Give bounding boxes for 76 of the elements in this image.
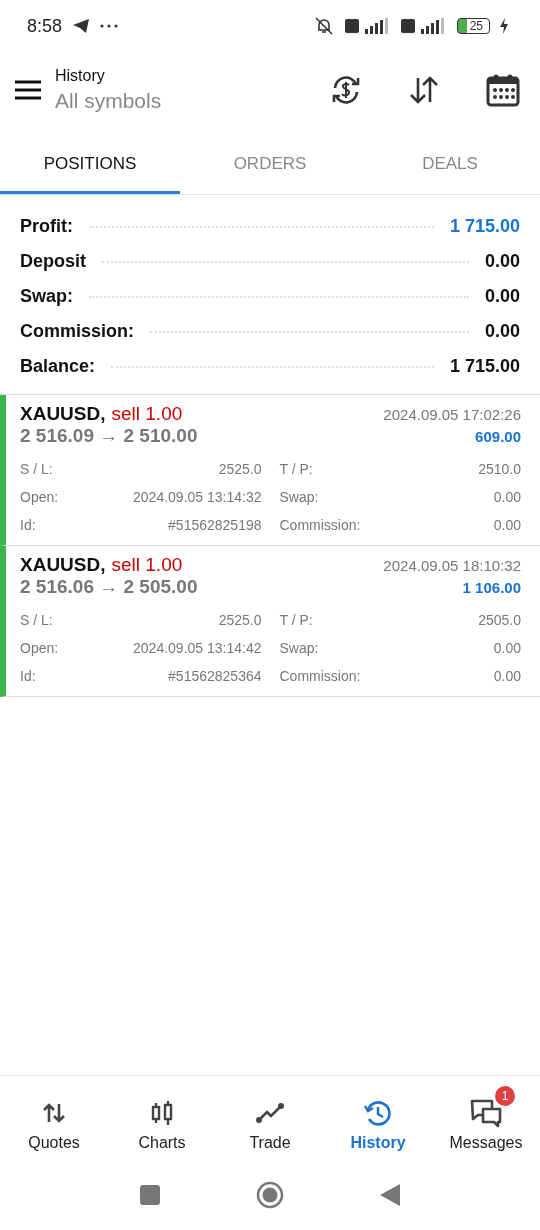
field-value: #51562825364 xyxy=(168,668,262,684)
history-clock-icon xyxy=(363,1098,393,1128)
summary-value: 1 715.00 xyxy=(449,216,520,237)
field-label: Open: xyxy=(20,489,59,505)
nav-tab[interactable]: History xyxy=(324,1084,432,1156)
field-value: 0.00 xyxy=(493,517,521,533)
menu-icon[interactable] xyxy=(15,80,41,100)
tab[interactable]: DEALS xyxy=(360,136,540,194)
more-dots-icon xyxy=(100,24,119,28)
field-label: Open: xyxy=(20,640,59,656)
signal-icon xyxy=(344,17,391,35)
nav-tab[interactable]: Trade xyxy=(216,1084,324,1156)
chat-bubbles-icon xyxy=(469,1098,503,1128)
tab[interactable]: ORDERS xyxy=(180,136,360,194)
tab[interactable]: POSITIONS xyxy=(0,136,180,194)
field-label: Commission: xyxy=(279,668,361,684)
unread-badge: 1 xyxy=(495,1086,515,1106)
back-button-icon[interactable] xyxy=(380,1184,400,1206)
up-down-arrows-icon xyxy=(42,1102,66,1124)
position-time: 2024.09.05 17:02:26 xyxy=(383,406,521,423)
summary-value: 0.00 xyxy=(484,321,520,342)
position-profit: 609.00 xyxy=(475,428,521,445)
currency-exchange-icon[interactable] xyxy=(330,74,362,106)
position-side: sell 1.00 xyxy=(111,554,183,576)
field-value: 2525.0 xyxy=(218,461,262,477)
symbol-filter[interactable]: All symbols xyxy=(55,89,162,113)
signal-icon xyxy=(400,17,447,35)
field-value: 2024.09.05 13:14:32 xyxy=(133,489,262,505)
paper-plane-icon xyxy=(72,18,91,34)
field-value: 0.00 xyxy=(493,489,521,505)
nav-tab[interactable]: 1 Messages xyxy=(432,1084,540,1156)
field-label: Swap: xyxy=(279,640,319,656)
line-graph-icon xyxy=(255,1102,285,1124)
summary-value: 0.00 xyxy=(484,286,520,307)
summary-value: 0.00 xyxy=(484,251,520,272)
summary-label: Deposit xyxy=(20,251,86,272)
summary-label: Swap: xyxy=(20,286,73,307)
field-label: T / P: xyxy=(279,612,313,628)
position-prices: 2 516.06 → 2 505.00 xyxy=(20,576,198,598)
home-button-icon[interactable] xyxy=(256,1181,284,1209)
position-time: 2024.09.05 18:10:32 xyxy=(383,557,521,574)
nav-tab[interactable]: Quotes xyxy=(0,1084,108,1156)
field-label: Swap: xyxy=(279,489,319,505)
sort-arrows-icon[interactable] xyxy=(408,74,440,106)
field-label: Commission: xyxy=(279,517,361,533)
calendar-icon[interactable] xyxy=(486,73,520,107)
position-side: sell 1.00 xyxy=(111,403,183,425)
field-label: S / L: xyxy=(20,612,53,628)
screen-title: History xyxy=(55,67,106,85)
position-symbol: XAUUSD, xyxy=(20,403,106,425)
summary-label: Commission: xyxy=(20,321,134,342)
field-value: 0.00 xyxy=(493,668,521,684)
field-value: 2024.09.05 13:14:42 xyxy=(133,640,262,656)
field-value: #51562825198 xyxy=(168,517,262,533)
muted-bell-icon xyxy=(312,16,335,36)
summary-value: 1 715.00 xyxy=(449,356,520,377)
field-label: Id: xyxy=(20,668,36,684)
position-profit: 1 106.00 xyxy=(462,579,521,596)
field-value: 2505.0 xyxy=(478,612,521,628)
charging-bolt-icon xyxy=(500,18,508,34)
field-value: 0.00 xyxy=(493,640,521,656)
summary-label: Balance: xyxy=(20,356,96,377)
summary-label: Profit: xyxy=(20,216,73,237)
position-card[interactable]: XAUUSD, sell 1.00 2024.09.05 17:02:26 2 516.09 → 2 510.00 609.00 S / L: 2525.0 T / P: 2510.0 Open: 2024.09.05 13:14:32 Swap: 0.00 Id: #51562825198 Commission: 0.00 xyxy=(0,395,540,546)
position-prices: 2 516.09 → 2 510.00 xyxy=(20,425,198,447)
field-value: 2525.0 xyxy=(218,612,262,628)
nav-tab[interactable]: Charts xyxy=(108,1084,216,1156)
field-label: T / P: xyxy=(279,461,313,477)
clock-time: 8:58 xyxy=(27,15,63,37)
field-value: 2510.0 xyxy=(478,461,521,477)
battery-level: 25 xyxy=(456,18,490,34)
candlestick-icon xyxy=(150,1100,174,1126)
field-label: Id: xyxy=(20,517,36,533)
position-symbol: XAUUSD, xyxy=(20,554,106,576)
position-card[interactable]: XAUUSD, sell 1.00 2024.09.05 18:10:32 2 516.06 → 2 505.00 1 106.00 S / L: 2525.0 T / P: 2505.0 Open: 2024.09.05 13:14:42 Swap: 0.00 Id: #51562825364 Commission: 0.00 xyxy=(0,546,540,697)
field-label: S / L: xyxy=(20,461,53,477)
